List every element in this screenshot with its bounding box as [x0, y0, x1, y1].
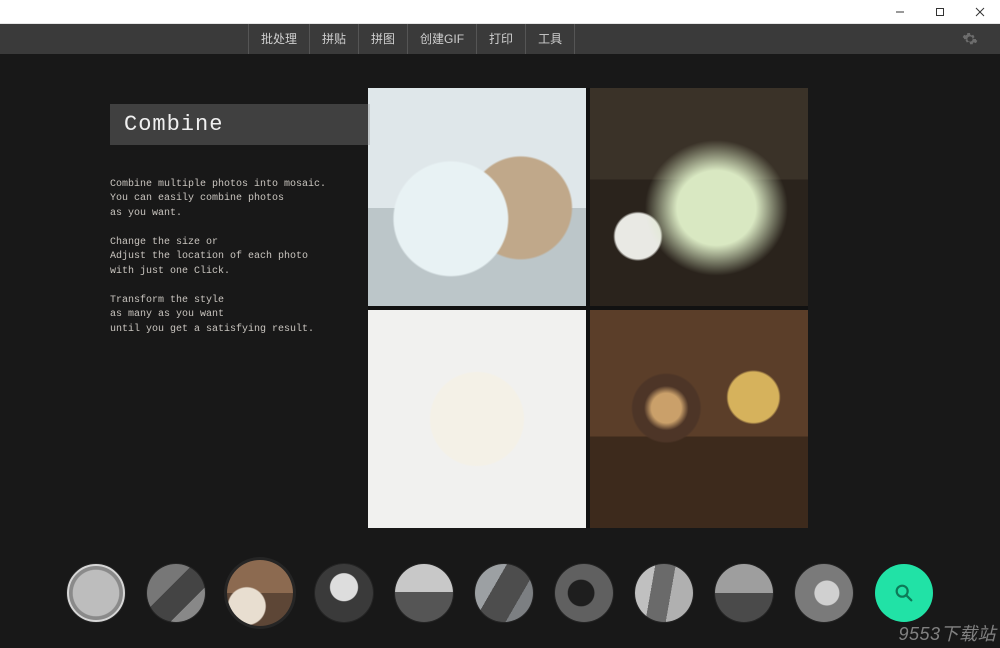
sample-photo-grid: [368, 88, 808, 528]
sample-photo-3: [368, 310, 586, 528]
feature-content: Combine Combine multiple photos into mos…: [0, 54, 1000, 552]
sample-photo-1: [368, 88, 586, 306]
sample-photo-4: [590, 310, 808, 528]
window-titlebar: [0, 0, 1000, 24]
thumbnail-strip: [0, 552, 1000, 648]
minimize-icon: [895, 7, 905, 17]
search-icon: [893, 582, 915, 604]
window-maximize-button[interactable]: [920, 0, 960, 24]
close-icon: [975, 7, 985, 17]
toolbar-menu: 批处理 拼贴 拼图 创建GIF 打印 工具: [248, 24, 575, 54]
maximize-icon: [935, 7, 945, 17]
settings-button[interactable]: [958, 31, 982, 47]
gear-icon: [962, 31, 978, 47]
window-close-button[interactable]: [960, 0, 1000, 24]
thumbnail-7[interactable]: [635, 564, 693, 622]
thumbnail-0[interactable]: [67, 564, 125, 622]
thumbnail-1[interactable]: [147, 564, 205, 622]
menu-tools[interactable]: 工具: [525, 24, 575, 54]
main-toolbar: 批处理 拼贴 拼图 创建GIF 打印 工具: [0, 24, 1000, 54]
app-body: Combine Combine multiple photos into mos…: [0, 54, 1000, 648]
feature-text-panel: Combine Combine multiple photos into mos…: [110, 104, 370, 552]
thumbnail-3[interactable]: [315, 564, 373, 622]
thumbnail-5[interactable]: [475, 564, 533, 622]
window-minimize-button[interactable]: [880, 0, 920, 24]
feature-title: Combine: [110, 104, 370, 145]
menu-combine[interactable]: 拼图: [358, 24, 407, 54]
menu-collage[interactable]: 拼贴: [309, 24, 358, 54]
feature-description: Combine multiple photos into mosaic. You…: [110, 163, 370, 337]
menu-print[interactable]: 打印: [476, 24, 525, 54]
menu-creategif[interactable]: 创建GIF: [407, 24, 476, 54]
menu-batch[interactable]: 批处理: [248, 24, 309, 54]
thumbnail-9[interactable]: [795, 564, 853, 622]
thumbnail-8[interactable]: [715, 564, 773, 622]
thumbnail-6[interactable]: [555, 564, 613, 622]
thumbnail-2[interactable]: [227, 560, 293, 626]
browse-button[interactable]: [875, 564, 933, 622]
sample-photo-2: [590, 88, 808, 306]
thumbnail-4[interactable]: [395, 564, 453, 622]
